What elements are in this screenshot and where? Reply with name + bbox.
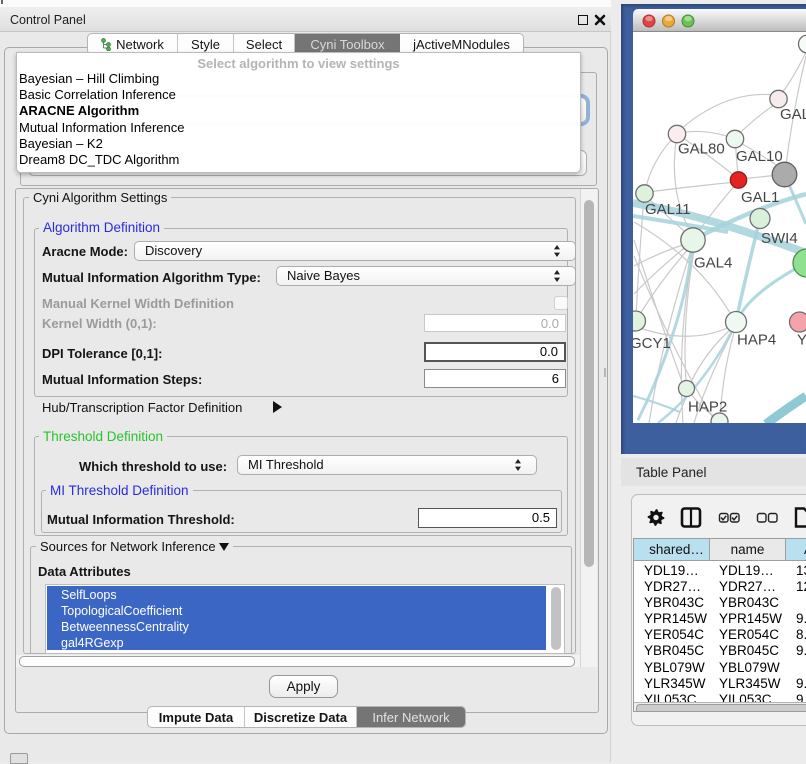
svg-text:HAP4: HAP4 [737,332,776,349]
svg-text:GAL10: GAL10 [736,148,783,165]
svg-text:GAL11: GAL11 [645,201,691,218]
svg-text:SWI4: SWI4 [761,230,798,247]
svg-text:GAL80: GAL80 [678,141,725,158]
svg-text:HAP2: HAP2 [688,399,727,416]
svg-text:GAL4: GAL4 [694,255,732,272]
svg-text:GAL1: GAL1 [741,189,779,206]
svg-text:YE: YE [797,332,806,349]
svg-text:GCY1: GCY1 [633,335,671,352]
svg-text:GAL7: GAL7 [780,106,806,123]
